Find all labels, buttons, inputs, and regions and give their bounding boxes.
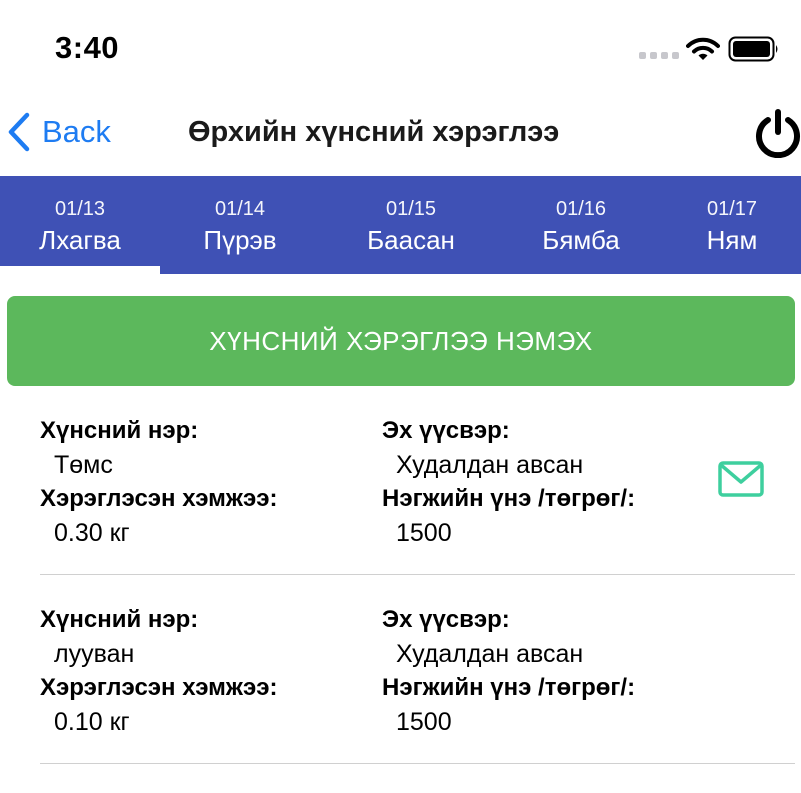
- row-divider: [40, 763, 795, 764]
- item-right-column: Эх үүсвэр: Худалдан авсан Нэгжийн үнэ /т…: [382, 414, 635, 550]
- tab-day-label: Пүрэв: [203, 225, 277, 255]
- source-value: Худалдан авсан: [396, 451, 584, 479]
- tab-day-1[interactable]: 01/14 Пүрэв: [160, 176, 320, 274]
- day-tab-bar: 01/13 Лхагва 01/14 Пүрэв 01/15 Баасан 01…: [0, 176, 801, 274]
- tab-day-4[interactable]: 01/17 Ням: [672, 176, 792, 274]
- status-time: 3:40: [55, 30, 120, 65]
- amount-value: 0.10 кг: [54, 708, 130, 736]
- food-list: Хүнсний нэр: Төмс Хэрэглэсэн хэмжээ: 0.3…: [0, 398, 801, 776]
- unit-price-value: 1500: [396, 519, 452, 547]
- tab-date: 01/17: [706, 198, 758, 220]
- tab-date: 01/16: [555, 198, 607, 220]
- tab-date: 01/14: [214, 198, 266, 220]
- tab-day-label: Бямба: [542, 225, 620, 255]
- item-left-column: Хүнсний нэр: лууван Хэрэглэсэн хэмжээ: 0…: [40, 603, 277, 739]
- signal-dots-icon: [639, 52, 679, 59]
- tab-day-label: Баасан: [367, 225, 455, 255]
- tab-day-0[interactable]: 01/13 Лхагва: [0, 176, 160, 274]
- tab-day-label: Ням: [706, 225, 758, 255]
- food-name-label: Хүнсний нэр:: [40, 417, 199, 444]
- unit-price-label: Нэгжийн үнэ /төгрөг/:: [382, 674, 636, 701]
- tab-day-3[interactable]: 01/16 Бямба: [500, 176, 662, 274]
- item-left-column: Хүнсний нэр: Төмс Хэрэглэсэн хэмжээ: 0.3…: [40, 414, 277, 550]
- unit-price-value: 1500: [396, 708, 452, 736]
- unit-price-label: Нэгжийн үнэ /төгрөг/:: [382, 485, 636, 512]
- source-label: Эх үүсвэр:: [382, 417, 510, 444]
- tab-date: 01/15: [385, 198, 437, 220]
- list-item[interactable]: Хүнсний нэр: Төмс Хэрэглэсэн хэмжээ: 0.3…: [0, 398, 801, 587]
- tab-day-label: Лхагва: [39, 225, 121, 255]
- power-icon[interactable]: [754, 108, 801, 158]
- item-right-column: Эх үүсвэр: Худалдан авсан Нэгжийн үнэ /т…: [382, 603, 635, 739]
- add-food-consumption-button[interactable]: ХҮНСНИЙ ХЭРЭГЛЭЭ НЭМЭХ: [7, 296, 795, 386]
- food-name-label: Хүнсний нэр:: [40, 606, 199, 633]
- back-label: Back: [42, 114, 111, 149]
- tab-date: 01/13: [54, 198, 106, 220]
- row-divider: [40, 574, 795, 575]
- food-name-value: лууван: [54, 640, 135, 668]
- amount-label: Хэрэглэсэн хэмжээ:: [40, 674, 278, 701]
- food-name-value: Төмс: [54, 451, 113, 479]
- back-button[interactable]: Back: [6, 112, 111, 152]
- selected-tab-indicator: [0, 266, 160, 274]
- amount-label: Хэрэглэсэн хэмжээ:: [40, 485, 278, 512]
- source-value: Худалдан авсан: [396, 640, 584, 668]
- navigation-bar: Back Өрхийн хүнсний хэрэглээ: [0, 100, 801, 176]
- wifi-icon: [686, 37, 720, 60]
- tab-day-2[interactable]: 01/15 Баасан: [330, 176, 492, 274]
- list-item[interactable]: Хүнсний нэр: лууван Хэрэглэсэн хэмжээ: 0…: [0, 587, 801, 776]
- mail-icon[interactable]: [718, 461, 764, 497]
- source-label: Эх үүсвэр:: [382, 606, 510, 633]
- amount-value: 0.30 кг: [54, 519, 130, 547]
- battery-icon: [728, 36, 778, 62]
- status-bar: 3:40: [0, 0, 801, 100]
- page-title: Өрхийн хүнсний хэрэглээ: [188, 116, 560, 148]
- chevron-left-icon: [8, 112, 30, 152]
